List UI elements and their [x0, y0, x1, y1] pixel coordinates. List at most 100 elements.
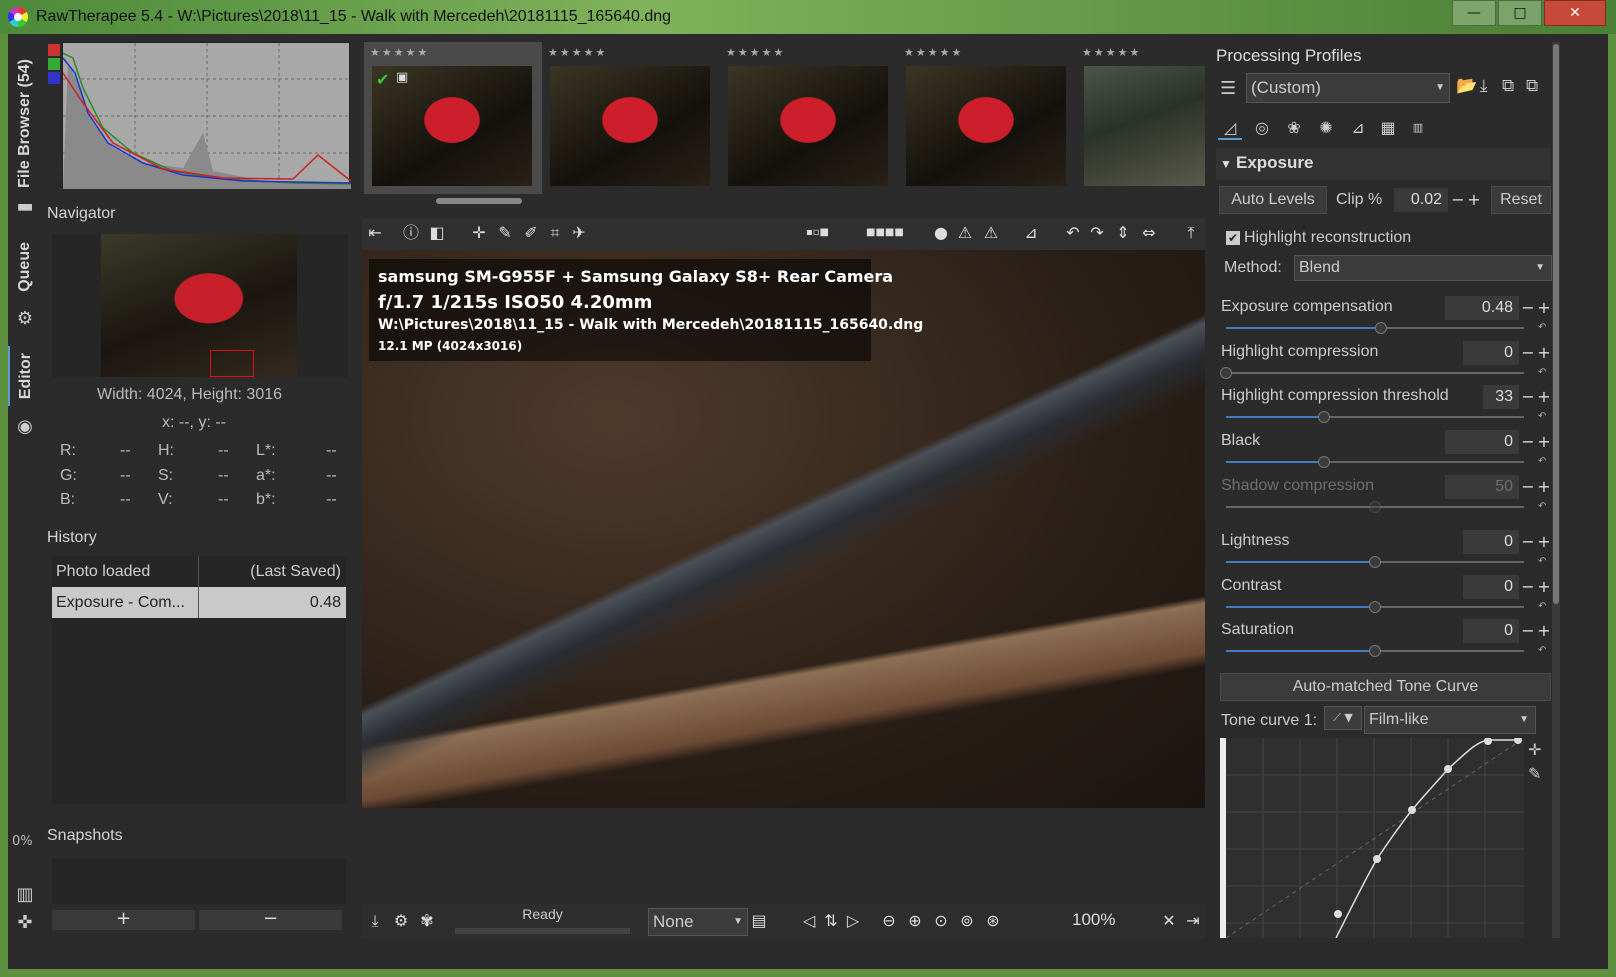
thumbnail-rating[interactable]: ★★★★★: [726, 46, 785, 59]
slider-value-input[interactable]: 33: [1483, 385, 1519, 409]
highlight-reconstruction-checkbox[interactable]: ✔: [1226, 231, 1240, 245]
clip-decrement-button[interactable]: −: [1450, 192, 1466, 208]
film-panel-icon[interactable]: ▥: [14, 884, 36, 906]
hide-top-panel-icon[interactable]: ⤒: [1180, 222, 1202, 244]
thumbnail[interactable]: ★★★★★: [720, 42, 898, 194]
thumbnail[interactable]: ★★★★★: [1076, 42, 1205, 194]
white-balance-picker-icon[interactable]: ✎: [494, 222, 516, 244]
slider-value-input[interactable]: 0: [1463, 575, 1519, 599]
tool-panel-scrollbar-thumb[interactable]: [1553, 44, 1559, 604]
method-select[interactable]: Blend ▼: [1294, 255, 1552, 281]
background-color-icon[interactable]: ▪▫■: [806, 222, 829, 244]
slider-reset-icon[interactable]: ↶: [1538, 557, 1548, 567]
zoom-fit-crop-icon[interactable]: ⊚: [956, 910, 978, 932]
thumbnail-rating[interactable]: ★★★★★: [904, 46, 963, 59]
prev-image-icon[interactable]: ◁: [798, 910, 820, 932]
auto-matched-tone-curve-button[interactable]: Auto-matched Tone Curve: [1220, 673, 1551, 701]
thumbnail[interactable]: ★★★★★: [898, 42, 1076, 194]
maximize-button[interactable]: □: [1498, 0, 1542, 26]
lock-lens-icon[interactable]: ⊿: [1020, 222, 1042, 244]
slider-decrement-button[interactable]: −: [1520, 389, 1536, 405]
slider-increment-button[interactable]: +: [1536, 479, 1552, 495]
slider-value-input[interactable]: 0.48: [1445, 296, 1519, 320]
slider-decrement-button[interactable]: −: [1520, 345, 1536, 361]
profile-list-icon[interactable]: ☰: [1220, 78, 1236, 99]
save-image-icon[interactable]: ⤓: [364, 910, 386, 932]
thumbnail[interactable]: ★★★★★: [542, 42, 720, 194]
highlight-clip-warning-icon[interactable]: ⚠: [980, 222, 1002, 244]
slider-reset-icon[interactable]: ↶: [1538, 457, 1548, 467]
tab-editor[interactable]: Editor: [8, 346, 42, 406]
slider-decrement-button[interactable]: −: [1520, 623, 1536, 639]
thumbnail[interactable]: ★★★★★ ✔ ▣: [364, 42, 542, 194]
profile-select[interactable]: (Custom) ▼: [1246, 73, 1450, 103]
histogram-red-toggle[interactable]: [48, 44, 60, 56]
color-tab-icon[interactable]: ❀: [1282, 116, 1306, 140]
hide-right-panel-icon[interactable]: ⇥: [1182, 910, 1204, 932]
slider-value-input[interactable]: 0: [1463, 530, 1519, 554]
focus-mask-icon[interactable]: ●: [930, 222, 952, 244]
clip-input[interactable]: 0.02: [1394, 188, 1448, 212]
slider-increment-button[interactable]: +: [1536, 389, 1552, 405]
slider-reset-icon[interactable]: ↶: [1538, 412, 1548, 422]
slider-increment-button[interactable]: +: [1536, 579, 1552, 595]
clip-increment-button[interactable]: +: [1466, 192, 1482, 208]
thumbnail-rating[interactable]: ★★★★★: [1082, 46, 1141, 59]
slider-increment-button[interactable]: +: [1536, 300, 1552, 316]
slider-reset-icon[interactable]: ↶: [1538, 602, 1548, 612]
history-row[interactable]: Photo loaded (Last Saved): [52, 556, 346, 587]
slider-decrement-button[interactable]: −: [1520, 479, 1536, 495]
exposure-tab-icon[interactable]: ◿: [1218, 116, 1242, 140]
copy-profile-icon[interactable]: ⧉: [1502, 76, 1514, 96]
slider-decrement-button[interactable]: −: [1520, 434, 1536, 450]
info-icon[interactable]: ⓘ: [400, 222, 422, 244]
sync-icon[interactable]: ⇅: [820, 910, 842, 932]
slider-increment-button[interactable]: +: [1536, 534, 1552, 550]
add-snapshot-button[interactable]: +: [52, 910, 195, 930]
shadow-clip-warning-icon[interactable]: ⚠: [954, 222, 976, 244]
queue-icon[interactable]: ⚙: [390, 910, 412, 932]
close-button[interactable]: ✕: [1544, 0, 1606, 26]
tab-queue[interactable]: Queue: [8, 232, 42, 302]
navigator-viewport-rect[interactable]: [210, 350, 254, 377]
filmstrip-scrollbar[interactable]: [436, 198, 522, 204]
curve-picker-icon[interactable]: ✎: [1528, 764, 1541, 783]
slider-handle[interactable]: [1318, 411, 1330, 423]
histogram-green-toggle[interactable]: [48, 58, 60, 70]
details-tab-icon[interactable]: ◎: [1250, 116, 1274, 140]
snapshots-list[interactable]: [52, 858, 346, 904]
transform-tab-icon[interactable]: ⊿: [1346, 116, 1370, 140]
slider-handle[interactable]: [1369, 645, 1381, 657]
metadata-tab-icon[interactable]: ▥: [1406, 116, 1430, 140]
tab-file-browser[interactable]: File Browser (54): [8, 48, 42, 198]
auto-levels-button[interactable]: Auto Levels: [1219, 186, 1327, 214]
open-profile-icon[interactable]: 📂: [1456, 76, 1477, 96]
slider-track[interactable]: [1226, 372, 1524, 374]
slider-value-input[interactable]: 0: [1463, 341, 1519, 365]
zoom-fit-icon[interactable]: ⊙: [930, 910, 952, 932]
history-row[interactable]: Exposure - Com... 0.48: [52, 587, 346, 618]
slider-value-input[interactable]: 0: [1463, 619, 1519, 643]
slider-increment-button[interactable]: +: [1536, 623, 1552, 639]
slider-value-input[interactable]: 50: [1445, 475, 1519, 499]
thumbnail-rating[interactable]: ★★★★★: [548, 46, 607, 59]
minimize-button[interactable]: —: [1452, 0, 1496, 26]
save-profile-icon[interactable]: ⤓: [1480, 76, 1488, 96]
zoom-in-icon[interactable]: ⊕: [904, 910, 926, 932]
color-picker-icon[interactable]: ✐: [520, 222, 542, 244]
channel-preview-icon[interactable]: ■■■■: [866, 222, 904, 244]
external-editor-icon[interactable]: ✾: [416, 910, 438, 932]
rotate-left-icon[interactable]: ↶: [1062, 222, 1084, 244]
slider-handle[interactable]: [1369, 501, 1381, 513]
slider-reset-icon[interactable]: ↶: [1538, 323, 1548, 333]
slider-value-input[interactable]: 0: [1445, 430, 1519, 454]
slider-handle[interactable]: [1318, 456, 1330, 468]
curve-type-icon[interactable]: ⟋ ▼: [1324, 706, 1362, 730]
navigator-preview[interactable]: [52, 234, 348, 377]
slider-handle[interactable]: [1375, 322, 1387, 334]
next-image-icon[interactable]: ▷: [842, 910, 864, 932]
tone-curve-mode-select[interactable]: Film-like ▼: [1364, 706, 1536, 734]
preview-mode-select[interactable]: None ▼: [648, 908, 748, 936]
raw-tab-icon[interactable]: ▦: [1376, 116, 1400, 140]
preview-size-icon[interactable]: ▤: [748, 910, 770, 932]
